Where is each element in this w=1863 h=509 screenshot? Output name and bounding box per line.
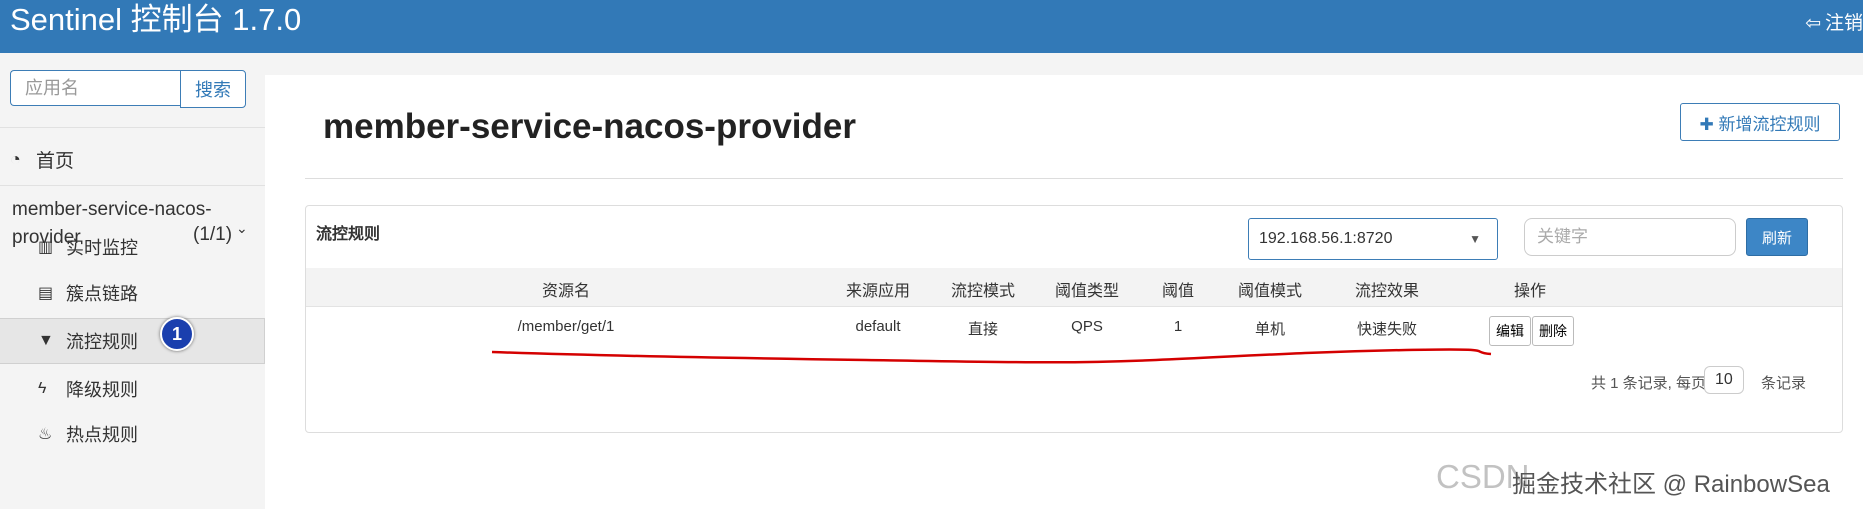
sidebar-item-label: 簇点链路 <box>66 284 138 304</box>
sidebar: 搜索 ◔ 首页 member-service-nacos-provider (1… <box>0 53 265 509</box>
watermark-juejin: 掘金技术社区 @ RainbowSea <box>1512 471 1830 498</box>
app-search-button[interactable]: 搜索 <box>180 70 246 108</box>
page-title: member-service-nacos-provider <box>323 107 856 146</box>
sidebar-item-label: 首页 <box>36 150 75 172</box>
sidebar-item-label: 流控规则 <box>66 332 138 352</box>
main-content: member-service-nacos-provider ✚ 新增流控规则 流… <box>265 75 1863 509</box>
bolt-icon: ϟ <box>38 380 47 397</box>
annotation-badge: 1 <box>160 317 194 351</box>
sidebar-divider <box>0 127 265 128</box>
sidebar-item-flow-rules[interactable]: ▼ 流控规则 <box>0 318 265 364</box>
sidebar-divider <box>0 185 265 186</box>
logout-label: 注销 <box>1824 13 1863 34</box>
red-underline-annotation <box>491 348 1492 364</box>
sidebar-item-home[interactable]: ◔ 首页 <box>10 141 74 177</box>
add-flow-rule-button[interactable]: ✚ 新增流控规则 <box>1680 103 1840 141</box>
sidebar-item-cluster-link[interactable]: ▤ 簇点链路 <box>0 270 265 316</box>
page-size-input[interactable]: 10 <box>1704 366 1744 394</box>
logout-link[interactable]: ⇦ 注销 <box>1805 8 1863 35</box>
sidebar-item-label: 实时监控 <box>66 238 138 258</box>
title-divider <box>305 178 1843 179</box>
sidebar-item-label: 降级规则 <box>66 380 138 400</box>
sidebar-item-degrade-rules[interactable]: ϟ 降级规则 <box>0 366 265 412</box>
dashboard-icon: ◔ <box>10 148 21 169</box>
sidebar-item-label: 热点规则 <box>66 425 138 445</box>
list-icon: ▤ <box>38 285 54 302</box>
pagination: 共 1 条记录, 每页 10 条记录 <box>1366 366 1826 396</box>
app-search: 搜索 <box>10 70 246 108</box>
app-brand-title: Sentinel 控制台 1.7.0 <box>10 2 302 37</box>
sidebar-item-hotspot-rules[interactable]: ♨ 热点规则 <box>0 411 265 457</box>
sidebar-item-realtime-monitor[interactable]: ▥ 实时监控 <box>0 224 265 270</box>
bar-chart-icon: ▥ <box>38 239 54 256</box>
filter-icon: ▼ <box>38 332 54 349</box>
top-header: Sentinel 控制台 1.7.0 ⇦ 注销 <box>0 0 1863 53</box>
sign-out-icon: ⇦ <box>1805 13 1821 34</box>
pager-suffix: 条记录 <box>1760 375 1806 392</box>
app-search-input[interactable] <box>10 70 180 106</box>
fire-icon: ♨ <box>38 426 53 443</box>
flow-rules-panel: 流控规则 192.168.56.1:8720 ▼ 刷新 资源名 来源应用 流控模… <box>305 205 1843 433</box>
plus-icon: ✚ <box>1699 114 1714 134</box>
pager-total-text: 共 1 条记录, 每页 <box>1590 375 1706 392</box>
add-flow-rule-label: 新增流控规则 <box>1718 114 1821 134</box>
